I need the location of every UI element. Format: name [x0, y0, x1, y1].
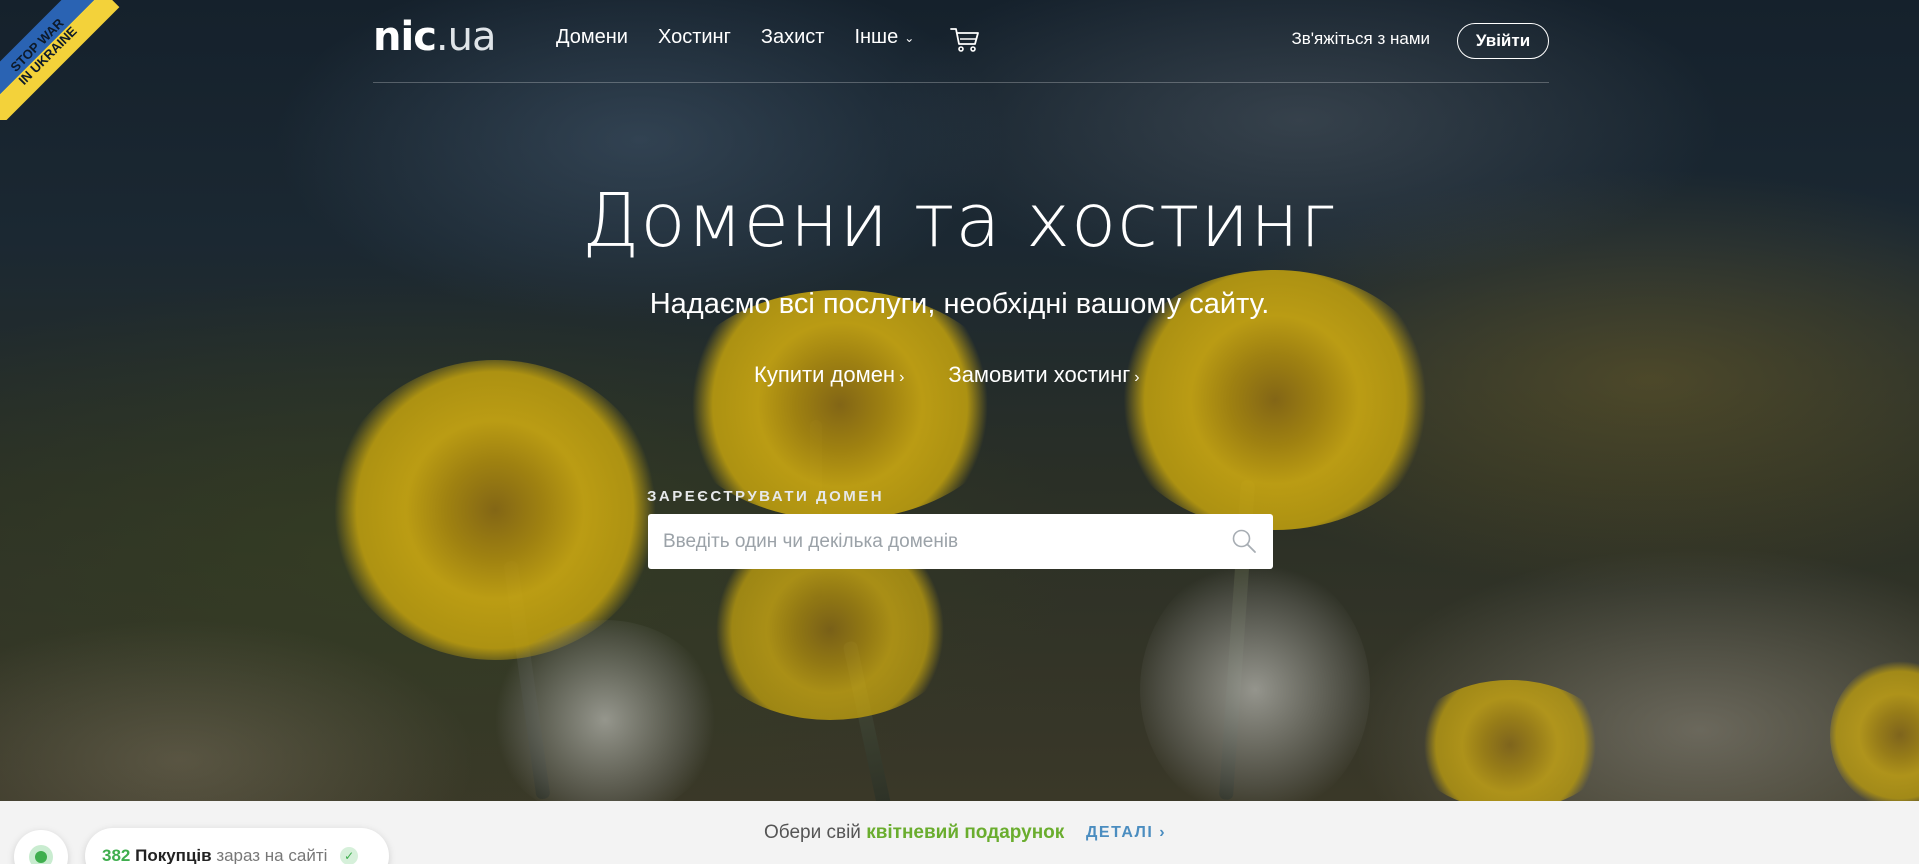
live-visitors-widget[interactable]: 382 Покупців зараз на сайті ✓ — [85, 828, 389, 864]
buy-domain-link[interactable]: Купити домен › — [754, 362, 904, 388]
visitor-noun: Покупців — [135, 846, 212, 864]
nav-label: Хостинг — [657, 26, 731, 48]
stop-war-ribbon[interactable]: STOP WAR IN UKRAINE — [0, 0, 120, 120]
logo-main: nic — [373, 14, 437, 60]
promo-prefix: Обери свій — [764, 822, 861, 843]
contact-link[interactable]: Зв'яжіться з нами — [1291, 29, 1430, 49]
search-icon[interactable] — [1231, 528, 1257, 554]
domain-search-input[interactable] — [648, 514, 1273, 569]
domain-search-box — [648, 514, 1273, 569]
fuzzy-bud — [490, 620, 720, 801]
nav-item-security[interactable]: Захист — [761, 26, 825, 49]
nav-label: Домени — [556, 26, 628, 48]
yellow-flower — [1410, 680, 1610, 801]
promo-text: Обери свій квітневий подарунок — [764, 822, 1064, 844]
nav-item-hosting[interactable]: Хостинг — [658, 26, 731, 49]
link-label: Купити домен — [754, 362, 896, 387]
chevron-down-icon: ⌄ — [904, 30, 915, 45]
hero-subtitle: Надаємо всі послуги, необхідні вашому са… — [649, 288, 1270, 320]
link-label: Замовити хостинг — [948, 362, 1131, 387]
details-label: ДЕТАЛІ — [1086, 824, 1154, 841]
hero-title: Домени та хостинг — [581, 178, 1338, 264]
promo-details-link[interactable]: ДЕТАЛІ › — [1086, 824, 1166, 842]
logo-tld: .ua — [435, 14, 497, 60]
nav-label: Захист — [760, 26, 825, 48]
visitor-rest: зараз на сайті — [216, 846, 328, 864]
chevron-right-icon: › — [1159, 824, 1167, 841]
site-logo[interactable]: nic.ua — [373, 14, 497, 60]
chevron-right-icon: › — [1134, 369, 1140, 386]
live-pulse-icon — [29, 845, 53, 864]
nav-label: Інше — [854, 26, 899, 48]
yellow-flower — [1830, 660, 1919, 801]
check-icon: ✓ — [340, 847, 359, 864]
promo-highlight[interactable]: квітневий подарунок — [866, 822, 1064, 843]
nav-item-other[interactable]: Інше ⌄ — [854, 26, 914, 49]
yellow-flower — [670, 290, 1010, 520]
hero-background — [0, 0, 1919, 801]
login-button[interactable]: Увійти — [1457, 23, 1549, 59]
shopping-cart-icon[interactable] — [950, 27, 980, 53]
order-hosting-link[interactable]: Замовити хостинг › — [948, 362, 1139, 388]
visitor-count: 382 — [102, 846, 131, 864]
hero-links: Купити домен › Замовити хостинг › — [754, 362, 1184, 388]
main-nav: Домени Хостинг Захист Інше ⌄ — [556, 26, 944, 49]
nav-item-domains[interactable]: Домени — [556, 26, 628, 49]
site-header: nic.ua Домени Хостинг Захист Інше ⌄ Зв'я… — [373, 0, 1549, 83]
chevron-right-icon: › — [899, 369, 905, 386]
fuzzy-bud — [1140, 560, 1370, 801]
yellow-flower — [330, 360, 660, 660]
register-domain-label: ЗАРЕЄСТРУВАТИ ДОМЕН — [647, 488, 885, 505]
